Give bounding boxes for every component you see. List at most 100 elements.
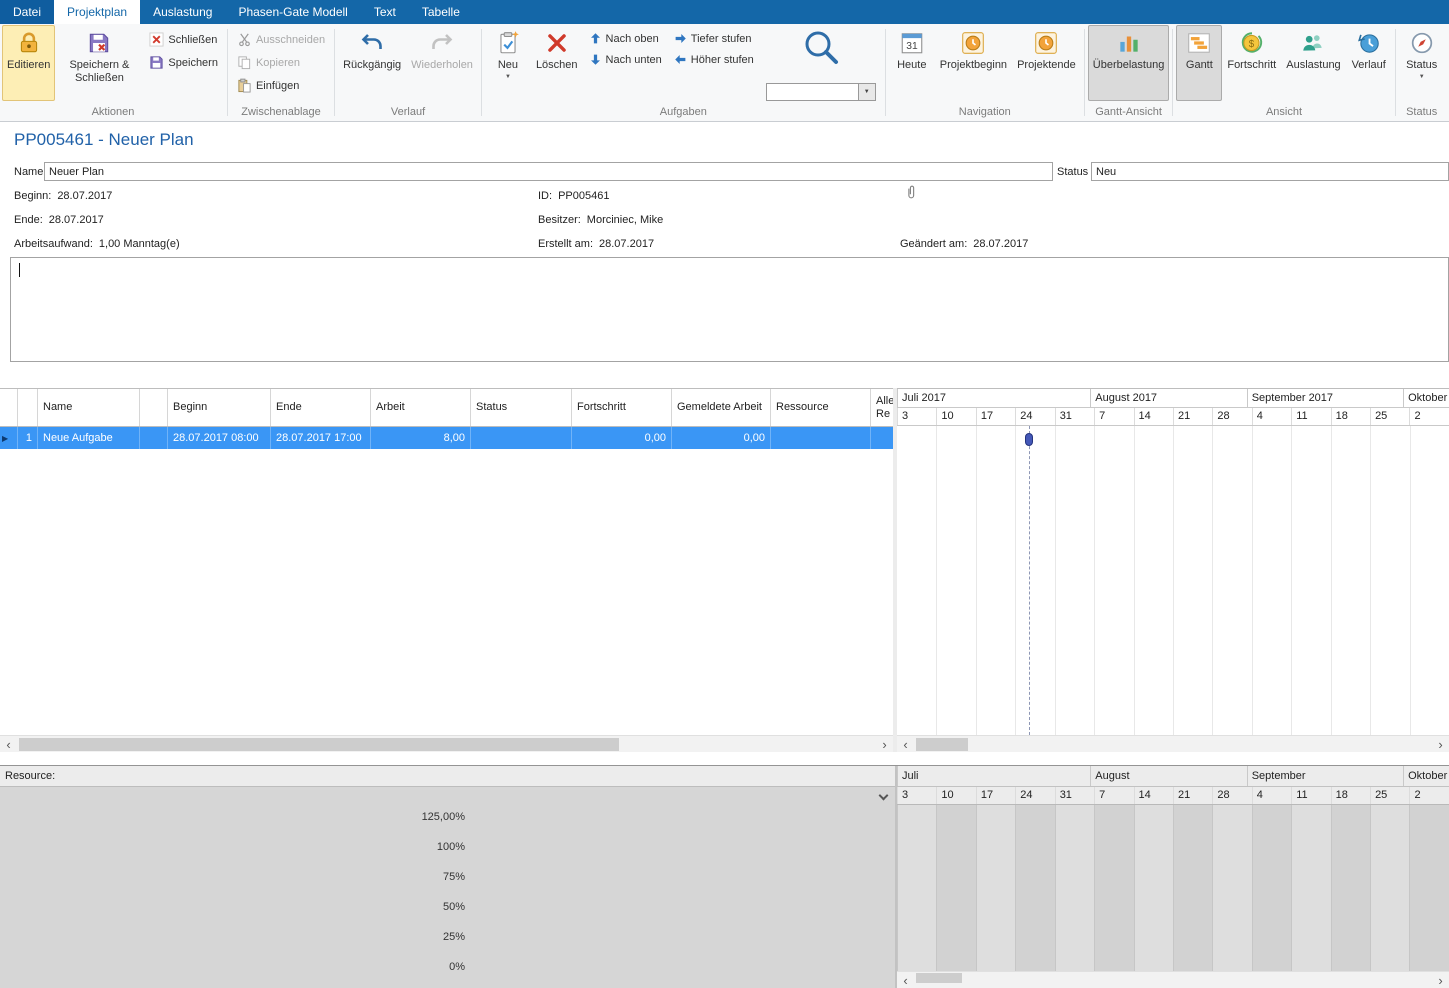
scroll-thumb[interactable] — [916, 738, 968, 751]
tiefer-stufen-button[interactable]: Tiefer stufen — [668, 28, 760, 49]
column-header-5[interactable]: Arbeit — [371, 389, 471, 426]
gantt-hscrollbar[interactable]: ‹ › — [897, 735, 1449, 752]
resource-axis: 125,00%100%75%50%25%0% — [0, 806, 465, 974]
tab-phasen-gate-modell[interactable]: Phasen-Gate Modell — [225, 0, 360, 24]
tab-text[interactable]: Text — [361, 0, 409, 24]
besitzer-label: Besitzer: — [538, 214, 581, 226]
arbeitsaufwand-field: Arbeitsaufwand:1,00 Manntag(e) — [14, 238, 180, 250]
task-cell-10[interactable] — [871, 427, 893, 449]
task-cell-8[interactable]: 0,00 — [672, 427, 771, 449]
task-cell-7[interactable]: 0,00 — [572, 427, 672, 449]
beginn-field: Beginn:28.07.2017 — [14, 190, 112, 202]
histogram-column — [897, 805, 936, 976]
fortschritt-button[interactable]: $ Fortschritt — [1222, 25, 1281, 101]
task-cell-1[interactable]: Neue Aufgabe — [38, 427, 140, 449]
tab-projektplan[interactable]: Projektplan — [54, 0, 140, 24]
schliessen-button[interactable]: Schließen — [143, 28, 224, 51]
ribbon-group-navigation: 31 Heute Projektbeginn Projektende Navig… — [887, 24, 1083, 121]
projektende-button[interactable]: Projektende — [1012, 25, 1081, 101]
wiederholen-button[interactable]: Wiederholen — [406, 25, 478, 101]
close-icon — [149, 32, 164, 47]
row-marker-cell: ▶ — [0, 427, 18, 449]
ribbon-group-aufgaben: Neu ▼ Löschen Nach oben Nach unten — [483, 24, 884, 121]
task-row[interactable]: ▶ 1 Neue Aufgabe28.07.2017 08:0028.07.20… — [0, 427, 893, 449]
task-cell-3[interactable]: 28.07.2017 08:00 — [168, 427, 271, 449]
column-header-3[interactable]: Beginn — [168, 389, 271, 426]
page-title: PP005461 - Neuer Plan — [14, 130, 194, 150]
column-header-4[interactable]: Ende — [271, 389, 371, 426]
column-header-8[interactable]: Gemeldete Arbeit — [672, 389, 771, 426]
gantt-gridline — [1173, 426, 1174, 735]
task-cell-5[interactable]: 8,00 — [371, 427, 471, 449]
neu-button[interactable]: Neu ▼ — [485, 25, 531, 101]
verlauf-button[interactable]: Verlauf — [1346, 25, 1392, 101]
task-cell-4[interactable]: 28.07.2017 17:00 — [271, 427, 371, 449]
tab-datei[interactable]: Datei — [0, 0, 54, 24]
editieren-button[interactable]: Editieren — [2, 25, 55, 101]
task-search-combobox[interactable]: ▼ — [766, 83, 876, 101]
column-header-6[interactable]: Status — [471, 389, 572, 426]
scroll-thumb[interactable] — [19, 738, 619, 751]
overload-bars-icon — [1116, 30, 1142, 56]
column-header-1[interactable]: Name — [38, 389, 140, 426]
histogram-column — [1055, 805, 1094, 976]
task-cell-6[interactable] — [471, 427, 572, 449]
scroll-left-arrow[interactable]: ‹ — [897, 972, 914, 988]
column-header-9[interactable]: Ressource — [771, 389, 871, 426]
resource-hscrollbar[interactable]: ‹ › — [897, 971, 1449, 988]
hoeher-stufen-button[interactable]: Höher stufen — [668, 49, 760, 70]
ribbon-group-zwischenablage: Ausschneiden Kopieren Einfügen Zwischena… — [229, 24, 333, 121]
gantt-day-row: 310172431714212841118252 — [897, 408, 1449, 426]
day-header: 4 — [1252, 408, 1291, 425]
ueberbelastung-button[interactable]: Überbelastung — [1088, 25, 1170, 101]
projektbeginn-button[interactable]: Projektbeginn — [935, 25, 1012, 101]
search-icon[interactable] — [799, 27, 843, 71]
status-button[interactable]: Status ▼ — [1399, 25, 1445, 101]
day-header: 7 — [1094, 408, 1133, 425]
nach-unten-button[interactable]: Nach unten — [583, 49, 668, 70]
column-header-10[interactable]: Alle Re — [871, 389, 893, 426]
nach-oben-button[interactable]: Nach oben — [583, 28, 668, 49]
paperclip-icon[interactable] — [905, 184, 917, 204]
column-header-7[interactable]: Fortschritt — [572, 389, 672, 426]
scroll-right-arrow[interactable]: › — [876, 736, 893, 752]
scroll-thumb[interactable] — [916, 973, 962, 983]
rueckgaengig-button[interactable]: Rückgängig — [338, 25, 406, 101]
description-field[interactable] — [10, 257, 1449, 362]
day-header: 31 — [1055, 787, 1094, 804]
combobox-arrow-icon[interactable]: ▼ — [858, 84, 875, 100]
scroll-right-arrow[interactable]: › — [1432, 972, 1449, 988]
scroll-track[interactable] — [914, 972, 1432, 988]
task-cell-2[interactable] — [140, 427, 168, 449]
column-header-2[interactable] — [140, 389, 168, 426]
resource-filter-row[interactable] — [0, 787, 895, 806]
scroll-left-arrow[interactable]: ‹ — [0, 736, 17, 752]
speichern-und-schliessen-button[interactable]: Speichern & Schließen — [55, 25, 143, 101]
scroll-track[interactable] — [17, 736, 876, 752]
einfuegen-button[interactable]: Einfügen — [231, 74, 331, 97]
speichern-button[interactable]: Speichern — [143, 51, 224, 74]
tab-auslastung[interactable]: Auslastung — [140, 0, 225, 24]
heute-button[interactable]: 31 Heute — [889, 25, 935, 101]
kopieren-button[interactable]: Kopieren — [231, 51, 331, 74]
tab-tabelle[interactable]: Tabelle — [409, 0, 473, 24]
gantt-milestone[interactable] — [1025, 433, 1033, 446]
ribbon-group-aktionen: Editieren Speichern & Schließen Schließe… — [0, 24, 226, 121]
nach-unten-label: Nach unten — [606, 54, 662, 66]
histogram-column — [1094, 805, 1133, 976]
scroll-left-arrow[interactable]: ‹ — [897, 736, 914, 752]
loeschen-button[interactable]: Löschen — [531, 25, 583, 101]
ausschneiden-button[interactable]: Ausschneiden — [231, 28, 331, 51]
month-header: September — [1247, 766, 1403, 786]
ribbon: Editieren Speichern & Schließen Schließe… — [0, 24, 1449, 122]
gantt-bars-icon — [1186, 30, 1212, 56]
indent-left-icon — [674, 53, 687, 66]
task-grid-hscrollbar[interactable]: ‹ › — [0, 735, 893, 752]
task-cell-9[interactable] — [771, 427, 871, 449]
scroll-right-arrow[interactable]: › — [1432, 736, 1449, 752]
status-input[interactable] — [1091, 162, 1449, 181]
gantt-button[interactable]: Gantt — [1176, 25, 1222, 101]
scroll-track[interactable] — [914, 736, 1432, 752]
name-input[interactable] — [44, 162, 1053, 181]
auslastung-button[interactable]: Auslastung — [1281, 25, 1345, 101]
